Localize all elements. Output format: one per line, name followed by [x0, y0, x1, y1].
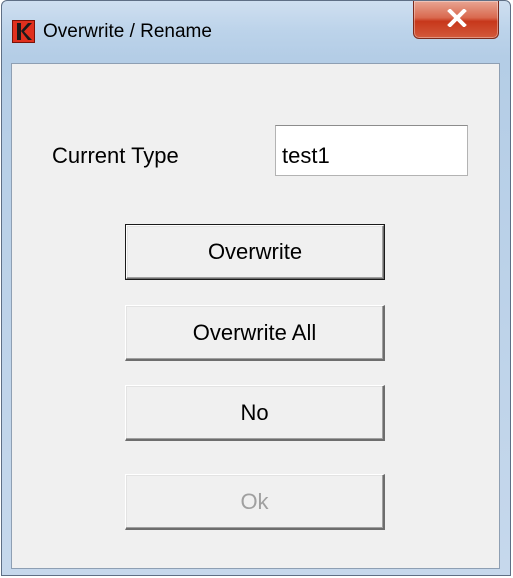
k-logo-icon	[12, 20, 35, 43]
close-button[interactable]	[413, 1, 499, 39]
close-icon	[447, 9, 467, 27]
current-type-input[interactable]	[275, 125, 468, 176]
overwrite-button[interactable]: Overwrite	[125, 224, 385, 280]
dialog-body: Current Type Overwrite Overwrite All No …	[11, 63, 500, 569]
ok-button[interactable]: Ok	[125, 474, 385, 530]
window-title: Overwrite / Rename	[43, 21, 212, 42]
title-bar[interactable]: Overwrite / Rename	[2, 1, 510, 63]
overwrite-all-button[interactable]: Overwrite All	[125, 305, 385, 361]
current-type-label: Current Type	[52, 143, 179, 168]
no-button[interactable]: No	[125, 385, 385, 441]
dialog-window: Overwrite / Rename Current Type Overwrit…	[1, 0, 511, 576]
